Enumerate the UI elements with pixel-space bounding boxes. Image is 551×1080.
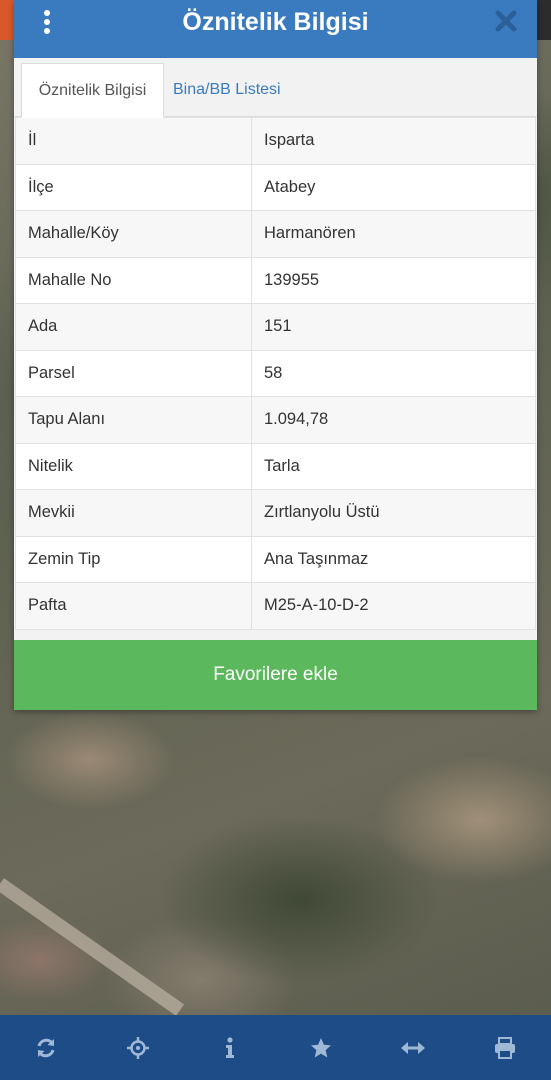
attribute-value: Zırtlanyolu Üstü	[251, 489, 536, 537]
attribute-key: Mahalle/Köy	[15, 210, 252, 258]
attribute-value: M25-A-10-D-2	[251, 582, 536, 630]
attribute-key: Parsel	[15, 349, 252, 397]
panel-header: Öznitelik Bilgisi	[14, 0, 537, 58]
add-to-favorites-button[interactable]: Favorilere ekle	[14, 640, 537, 710]
star-icon	[311, 1037, 332, 1057]
attribute-value: Ana Taşınmaz	[251, 535, 536, 583]
attribute-row: Nitelik Tarla	[15, 442, 536, 490]
attribute-panel: Öznitelik Bilgisi Öznitelik Bilgisi Bina…	[14, 0, 537, 710]
info-button[interactable]	[210, 1028, 250, 1068]
measure-icon	[401, 1041, 426, 1054]
bottom-toolbar	[0, 1015, 551, 1080]
attribute-row: Ada 151	[15, 303, 536, 351]
attribute-row: İl Isparta	[15, 117, 536, 165]
map-edge-strip-right	[537, 0, 551, 40]
attribute-key: İl	[15, 117, 252, 165]
attribute-key: Ada	[15, 303, 252, 351]
favorites-button[interactable]	[301, 1028, 341, 1068]
attribute-key: İlçe	[15, 163, 252, 211]
attribute-value: 151	[251, 303, 536, 351]
attribute-key: Tapu Alanı	[15, 396, 252, 444]
tab-building-list[interactable]: Bina/BB Listesi	[161, 63, 293, 116]
refresh-icon	[37, 1038, 55, 1057]
map-edge-strip	[0, 0, 14, 40]
attribute-value: Harmanören	[251, 210, 536, 258]
print-icon	[495, 1036, 516, 1059]
attribute-value: Atabey	[251, 163, 536, 211]
attribute-row: Zemin Tip Ana Taşınmaz	[15, 535, 536, 583]
attribute-value: 1.094,78	[251, 396, 536, 444]
attribute-row: Mahalle/Köy Harmanören	[15, 210, 536, 258]
attribute-row: İlçe Atabey	[15, 163, 536, 211]
attribute-value: 58	[251, 349, 536, 397]
info-icon	[225, 1036, 234, 1058]
attribute-table: İl Isparta İlçe Atabey Mahalle/Köy Harmanören…	[15, 117, 536, 630]
refresh-button[interactable]	[26, 1028, 66, 1068]
panel-title: Öznitelik Bilgisi	[182, 8, 369, 36]
attribute-key: Mahalle No	[15, 256, 252, 304]
attribute-key: Pafta	[15, 582, 252, 630]
attribute-value: Isparta	[251, 117, 536, 165]
attribute-row: Parsel 58	[15, 349, 536, 397]
tab-bar: Öznitelik Bilgisi Bina/BB Listesi	[14, 58, 537, 118]
locate-button[interactable]	[118, 1028, 158, 1068]
attribute-row: Tapu Alanı 1.094,78	[15, 396, 536, 444]
attribute-value: 139955	[251, 256, 536, 304]
attribute-row: Mevkii Zırtlanyolu Üstü	[15, 489, 536, 537]
locate-icon	[126, 1036, 149, 1059]
attribute-key: Nitelik	[15, 442, 252, 490]
print-button[interactable]	[485, 1028, 525, 1068]
measure-button[interactable]	[393, 1028, 433, 1068]
attribute-row: Pafta M25-A-10-D-2	[15, 582, 536, 630]
attribute-value: Tarla	[251, 442, 536, 490]
tab-attribute-info[interactable]: Öznitelik Bilgisi	[21, 63, 164, 118]
attribute-key: Mevkii	[15, 489, 252, 537]
close-icon[interactable]	[493, 8, 519, 34]
attribute-key: Zemin Tip	[15, 535, 252, 583]
attribute-row: Mahalle No 139955	[15, 256, 536, 304]
